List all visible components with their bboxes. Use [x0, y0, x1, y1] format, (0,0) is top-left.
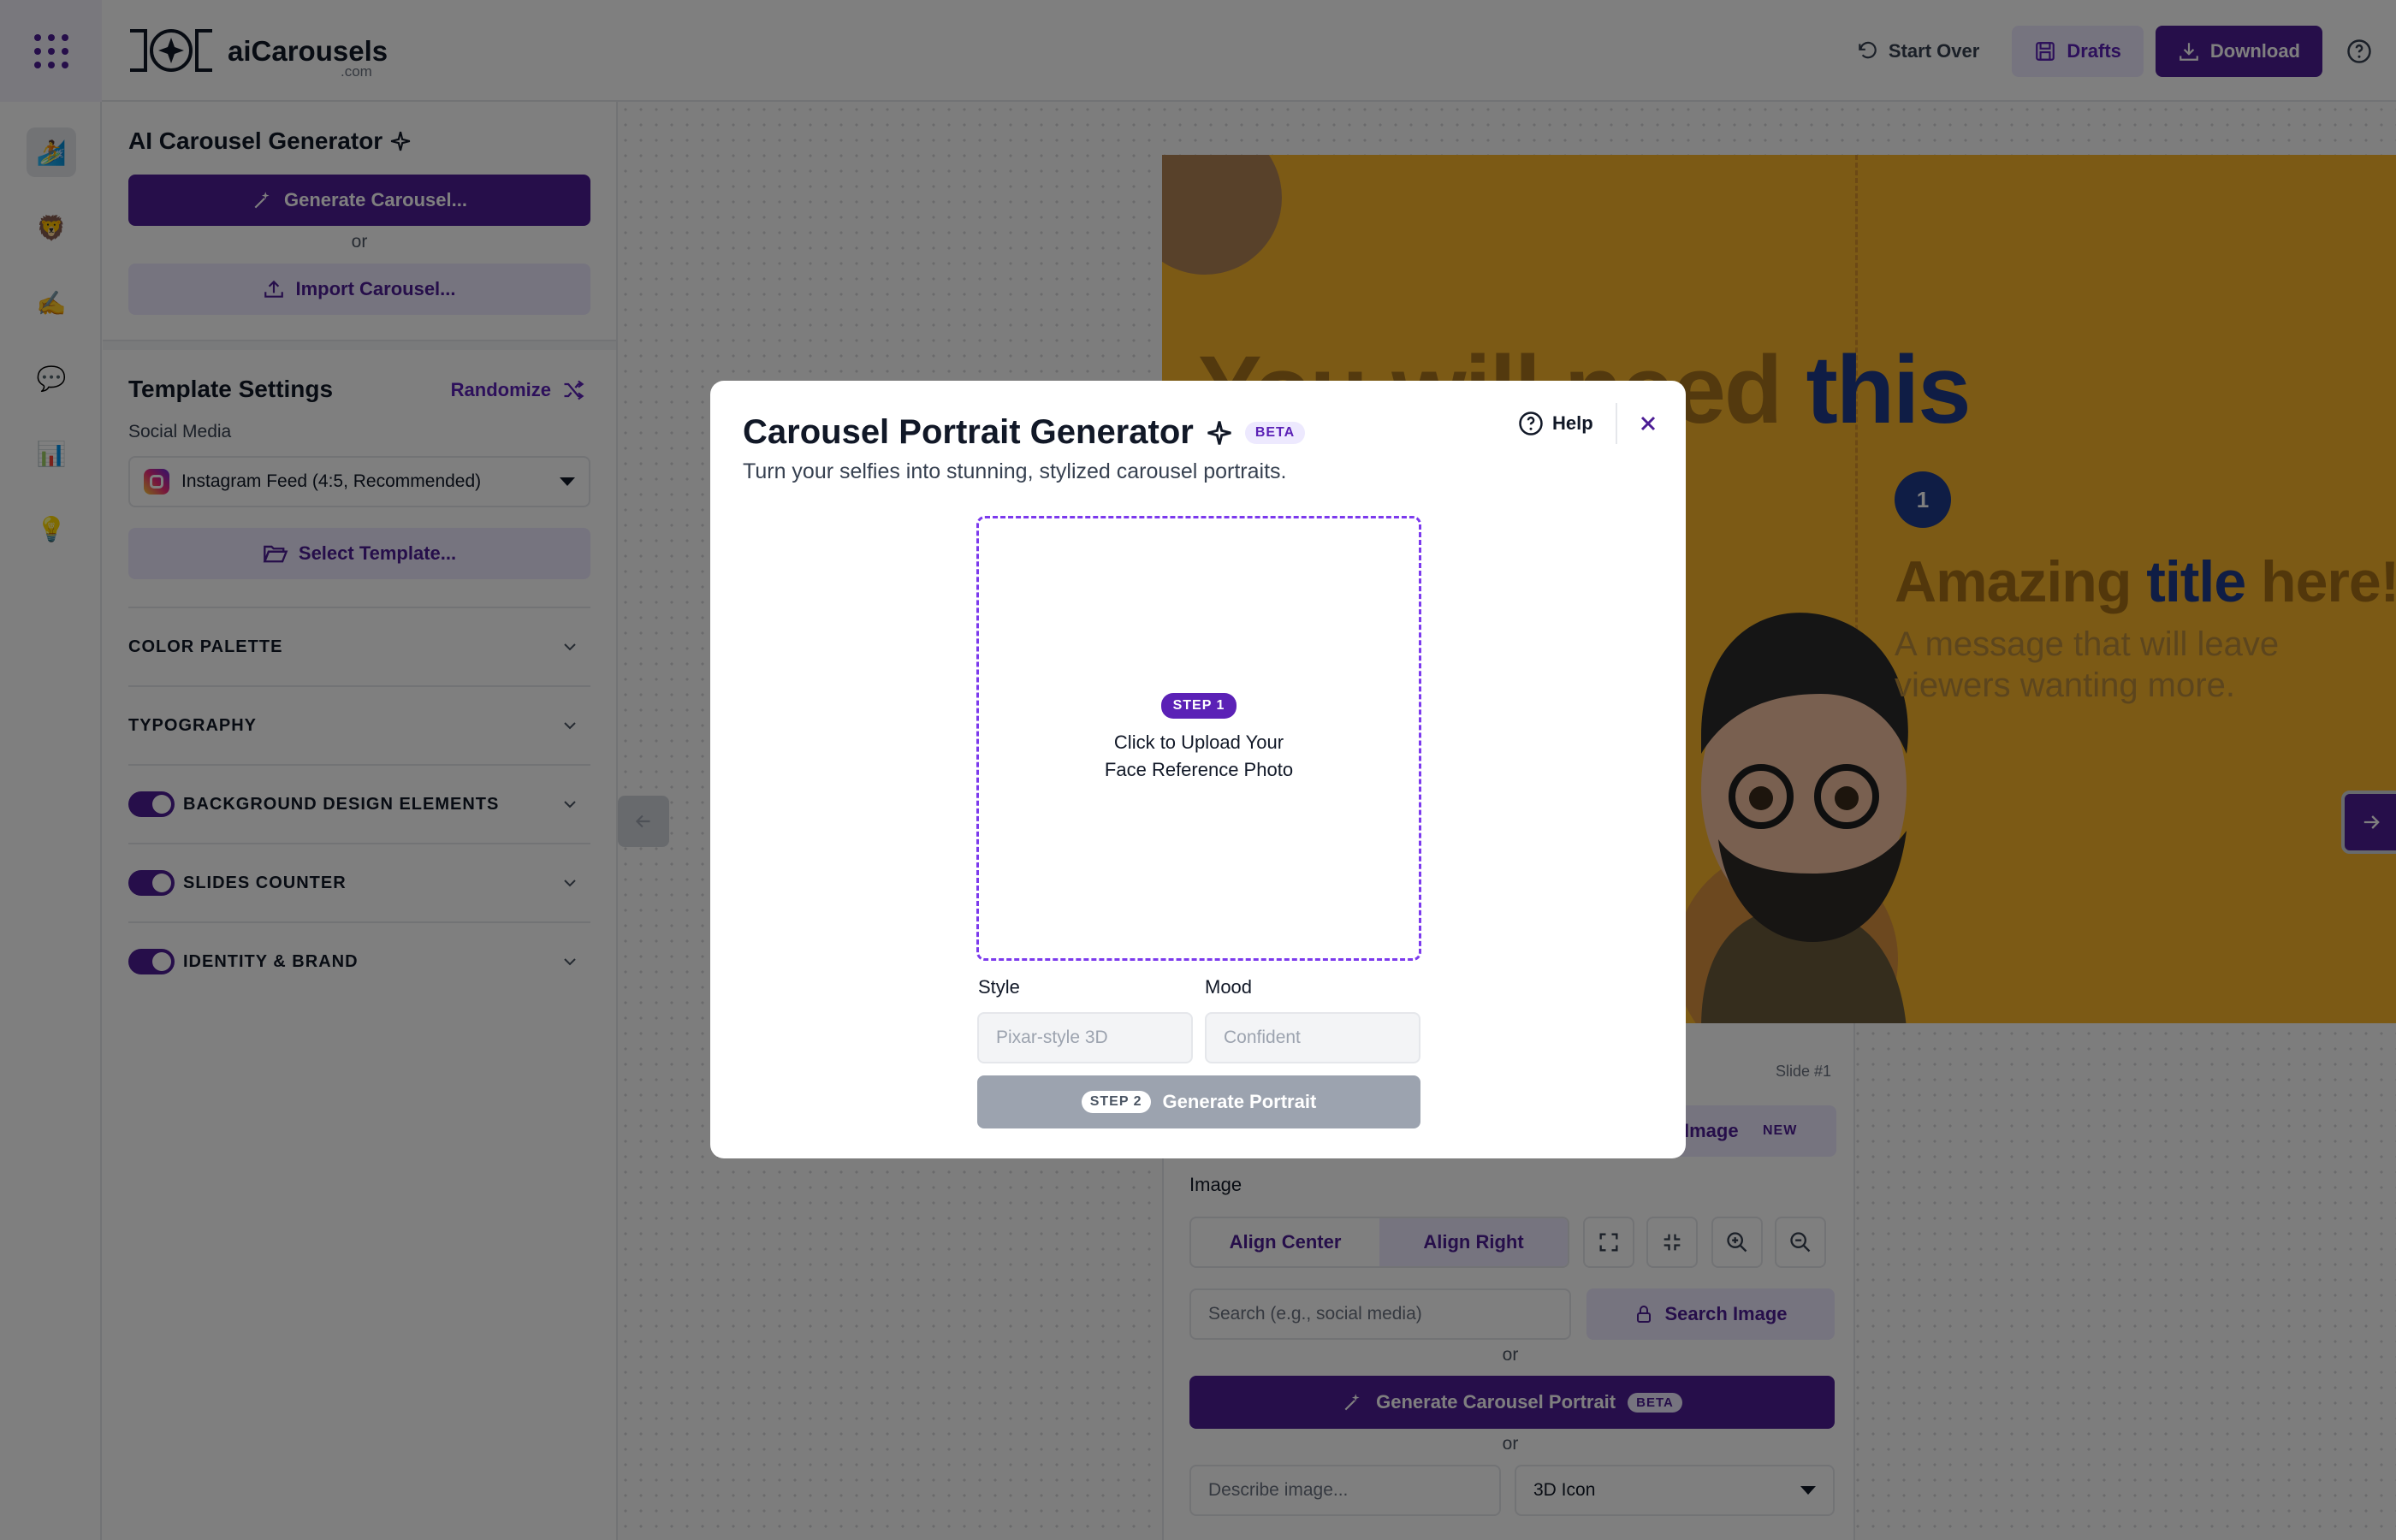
- face-photo-upload-area[interactable]: STEP 1 Click to Upload Your Face Referen…: [976, 516, 1421, 961]
- modal-title-text: Carousel Portrait Generator: [743, 413, 1194, 451]
- help-button[interactable]: Help: [1518, 405, 1593, 442]
- modal-title: Carousel Portrait Generator BETA: [743, 413, 1306, 452]
- upload-instruction: Click to Upload Your Face Reference Phot…: [1105, 729, 1293, 784]
- style-label: Style: [978, 976, 1020, 998]
- mood-label: Mood: [1205, 976, 1253, 998]
- step-1-badge: STEP 1: [1160, 693, 1237, 719]
- help-icon: [1519, 412, 1543, 435]
- step-2-badge: STEP 2: [1081, 1091, 1151, 1113]
- generate-portrait-label: Generate Portrait: [1162, 1091, 1317, 1112]
- mood-input[interactable]: Confident: [1205, 1012, 1420, 1063]
- modal-subtitle: Turn your selfies into stunning, stylize…: [743, 459, 1287, 483]
- beta-badge: BETA: [1244, 421, 1306, 444]
- close-button[interactable]: [1631, 406, 1665, 441]
- header-divider: [1616, 403, 1617, 444]
- help-label: Help: [1552, 412, 1593, 434]
- style-input[interactable]: Pixar-style 3D: [977, 1012, 1193, 1063]
- generate-portrait-button[interactable]: STEP 2 Generate Portrait: [977, 1075, 1420, 1128]
- portrait-generator-modal: Carousel Portrait Generator BETA Turn yo…: [710, 381, 1686, 1158]
- upload-line-1: Click to Upload Your: [1113, 732, 1284, 753]
- upload-line-2: Face Reference Photo: [1104, 759, 1294, 780]
- sparkle-icon: [1207, 420, 1231, 445]
- close-icon: [1640, 416, 1656, 431]
